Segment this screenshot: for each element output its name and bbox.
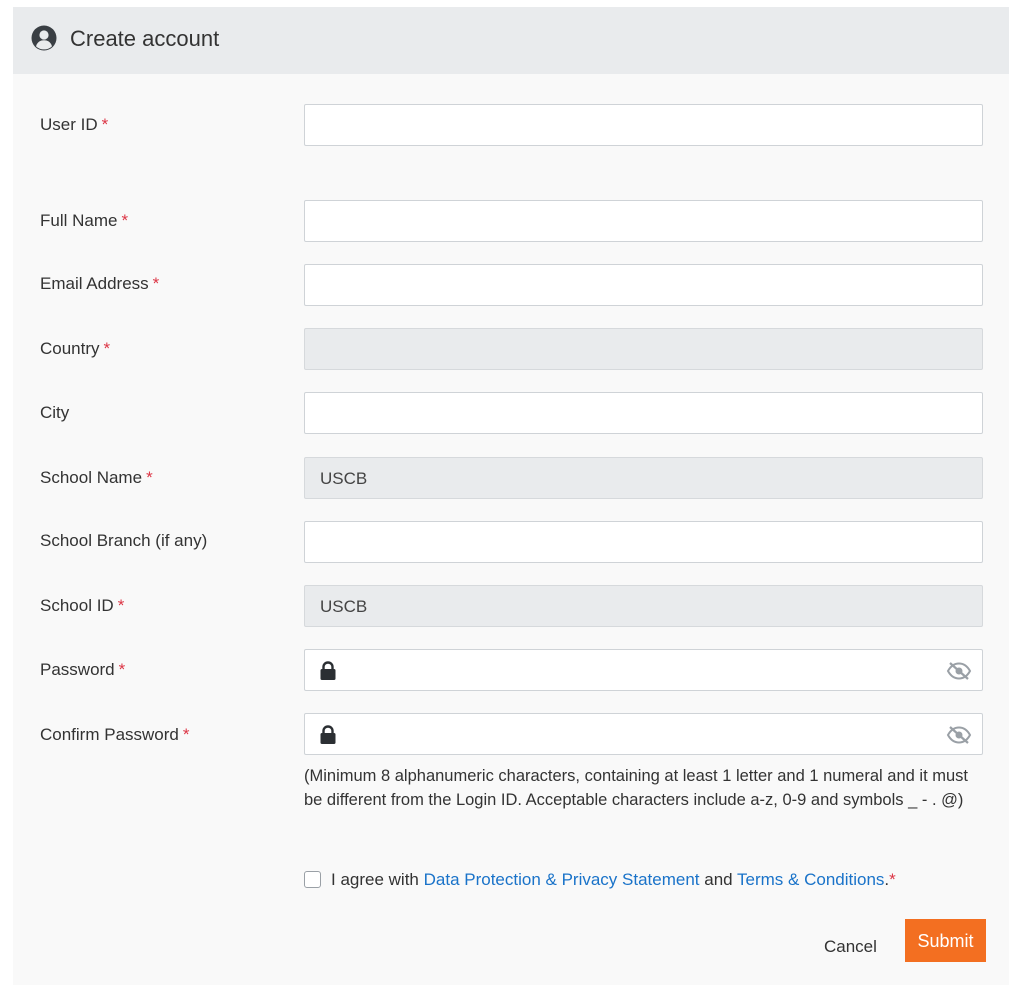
required-asterisk: * xyxy=(152,274,160,293)
terms-conditions-link[interactable]: Terms & Conditions xyxy=(737,870,884,889)
eye-slash-icon[interactable] xyxy=(946,725,972,745)
confirm-password-input[interactable] xyxy=(304,713,983,755)
city-label: City xyxy=(40,403,70,422)
school-id-field: USCB xyxy=(304,585,983,627)
required-asterisk: * xyxy=(182,725,190,744)
lock-icon xyxy=(320,725,336,744)
required-asterisk: * xyxy=(118,660,126,679)
card-header: Create account xyxy=(13,7,1009,74)
create-account-card: Create account User ID * Full Name * Email… xyxy=(13,7,1009,985)
eye-slash-icon[interactable] xyxy=(946,661,972,681)
required-asterisk: * xyxy=(117,596,125,615)
password-label: Password * xyxy=(40,660,126,679)
submit-button[interactable]: Submit xyxy=(905,919,986,962)
password-input[interactable] xyxy=(304,649,983,691)
privacy-statement-link[interactable]: Data Protection & Privacy Statement xyxy=(424,870,700,889)
user-id-input[interactable] xyxy=(304,104,983,146)
cancel-button[interactable]: Cancel xyxy=(818,926,883,968)
school-name-label: School Name * xyxy=(40,468,153,487)
school-name-value: USCB xyxy=(320,469,368,488)
user-id-label: User ID * xyxy=(40,115,109,134)
school-branch-input[interactable] xyxy=(304,521,983,563)
email-input[interactable] xyxy=(304,264,983,306)
page-title: Create account xyxy=(70,26,220,51)
email-label: Email Address * xyxy=(40,274,160,293)
full-name-label: Full Name * xyxy=(40,211,129,230)
agree-middle: and xyxy=(699,870,738,889)
user-circle-icon xyxy=(31,25,57,51)
confirm-password-label: Confirm Password * xyxy=(40,725,190,744)
country-select[interactable] xyxy=(304,328,983,370)
school-id-label: School ID * xyxy=(40,596,125,615)
required-asterisk: * xyxy=(889,870,896,889)
required-asterisk: * xyxy=(101,115,109,134)
country-label: Country * xyxy=(40,339,111,358)
required-asterisk: * xyxy=(121,211,129,230)
required-asterisk: * xyxy=(103,339,111,358)
school-name-field: USCB xyxy=(304,457,983,499)
school-branch-label: School Branch (if any) xyxy=(40,531,208,550)
lock-icon xyxy=(320,661,336,680)
agreement-row: I agree with Data Protection & Privacy S… xyxy=(304,868,896,892)
required-asterisk: * xyxy=(146,468,153,487)
password-hint: (Minimum 8 alphanumeric characters, cont… xyxy=(304,767,968,809)
agree-checkbox[interactable] xyxy=(304,871,321,888)
city-input[interactable] xyxy=(304,392,983,434)
school-id-value: USCB xyxy=(320,597,368,616)
agree-prefix: I agree with xyxy=(331,870,424,889)
full-name-input[interactable] xyxy=(304,200,983,242)
